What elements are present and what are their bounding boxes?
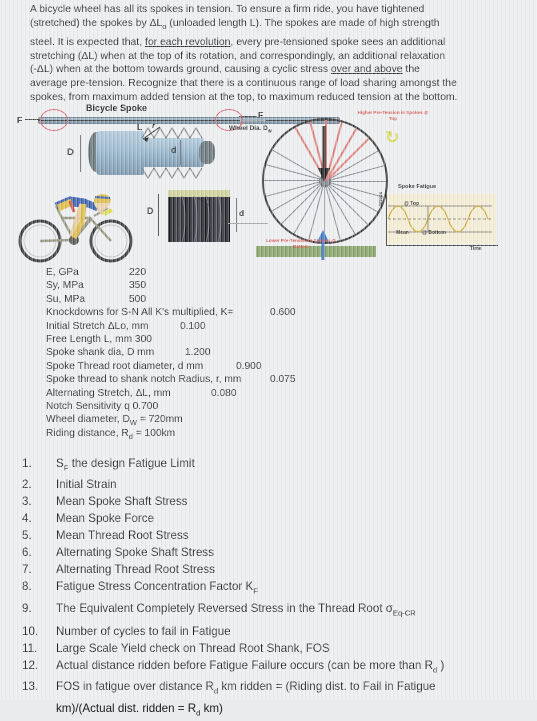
data-row: Spoke shank dia, D mm 1.200 [46, 347, 211, 359]
intro-line-2: (stretched) the spokes by ΔLo (unloaded … [30, 17, 440, 31]
fatigue-x-label: Time [470, 246, 482, 252]
question-item: 12. Actual distance ridden before Fatigue… [22, 658, 445, 675]
fatigue-chart-title: Spoke Fatigue [398, 184, 437, 190]
spoke-fatigue-chart: Spoke Fatigue Stress Time @ Top Mean @ B… [378, 184, 513, 252]
question-item: 6. Alternating Spoke Shaft Stress [22, 546, 214, 560]
question-item: 7. Alternating Thread Root Stress [22, 563, 215, 577]
question-item-13-continued: km)/(Actual dist. ridden = Rd km) [56, 701, 223, 717]
spoke-thread-photo [168, 190, 230, 242]
emphasis-over-and-above: over and above [330, 64, 403, 76]
question-item: 4. Mean Spoke Force [22, 512, 154, 526]
figure-panel: Bicycle Spoke F F L r D d D d Wheel Dia.… [0, 98, 537, 268]
fatigue-y-axis [386, 194, 387, 246]
data-row: Free Length L, mm 300 [46, 333, 152, 345]
photo-shank-label: D [147, 206, 154, 216]
top-tension-note: Higher Pre-Tension in Spokes @ Top [357, 110, 429, 121]
data-row: Spoke thread to shank notch Radius, r, m… [46, 374, 296, 386]
intro-line-3: steel. It is expected that, for each rev… [30, 37, 446, 49]
fatigue-label-bottom: @ Bottom [422, 230, 446, 236]
force-label-left: F [17, 115, 23, 125]
notch-radius-arrow [142, 126, 161, 142]
bicycle-wheel-diagram [262, 118, 388, 244]
question-item: 9. The Equivalent Completely Reversed Str… [22, 601, 416, 617]
data-row: Alternating Stretch, ΔL, mm 0.080 [46, 387, 237, 399]
data-row: Initial Stretch ΔLo, mm 0.100 [46, 320, 206, 332]
data-row: Su, MPa 500 [46, 293, 146, 305]
intro-line-4: stretching (ΔL) when at the top of its r… [30, 50, 446, 62]
shank-dim-line [80, 135, 82, 172]
figure-title: Bicycle Spoke [86, 103, 148, 113]
rotation-arrow-icon: ↻ [385, 128, 400, 147]
fatigue-label-mean: Mean [396, 230, 409, 236]
data-row: Spoke Thread root diameter, d mm 0.900 [46, 360, 262, 372]
problem-statement: A bicycle wheel has all its spokes in te… [30, 3, 510, 104]
question-item: 1. SF the design Fatigue Limit [22, 457, 195, 473]
question-item: 8. Fatigue Stress Concentration Factor KF [22, 580, 258, 596]
question-item-13: 13. FOS in fatigue over distance Rd km ri… [22, 680, 436, 696]
emphasis-each-revolution: for each revolution [144, 37, 231, 49]
force-arrow-left [25, 119, 41, 121]
data-row: Notch Sensitivity q 0.700 [46, 400, 159, 412]
intro-line-1: A bicycle wheel has all its spokes in te… [30, 4, 425, 15]
spoke-end-marker-left [40, 109, 68, 131]
spoke-shank-graphic [96, 131, 144, 175]
question-item: 3. Mean Spoke Shaft Stress [22, 495, 188, 509]
fatigue-waveform [387, 205, 492, 233]
wheel-spoke [325, 181, 386, 182]
question-item: 2. Initial Strain [22, 478, 117, 492]
photo-thread-ridges [181, 196, 222, 242]
question-item: 5. Mean Thread Root Stress [22, 529, 189, 543]
fatigue-label-top: @ Top [404, 201, 420, 207]
thread-dia-label: d [171, 145, 177, 155]
question-item: 10. Number of cycles to fail in Fatigue [22, 624, 231, 638]
data-row: Sy, MPa 350 [46, 280, 146, 292]
data-row: Knockdowns for S-N All K's multiplied, K… [46, 307, 296, 319]
thread-dim-line [180, 140, 182, 165]
data-row-wheel-diameter: Wheel diameter, DW = 720mm [46, 414, 183, 428]
fatigue-chart-plot [386, 194, 496, 244]
bottom-tension-note: Lower Pre-Tension in Spokes @ Bottom [266, 238, 336, 249]
question-list: 1. SF the design Fatigue Limit 2. Initial … [22, 455, 522, 721]
fatigue-y-label: Stress [378, 191, 383, 206]
cyclist-illustration [18, 194, 133, 263]
photo-thread-dim [236, 198, 238, 232]
photo-shank-dim [158, 194, 160, 236]
intro-line-5: (-ΔL) when at the bottom towards ground,… [30, 64, 420, 76]
intro-line-6: average pre-tension. Recognize that ther… [30, 78, 457, 90]
wheel-dia-tick [240, 122, 241, 127]
data-row-riding-distance: Riding distance, Rd = 100km [46, 427, 176, 441]
photo-thread-label: d [239, 208, 245, 218]
shank-dia-label: D [67, 147, 74, 158]
question-item: 11. Large Scale Yield check on Thread Roo… [22, 641, 330, 655]
data-row: E, GPa 220 [46, 267, 146, 278]
given-data-list: E, GPa 220 Sy, MPa 350 Su, MPa 500 Knockdow… [46, 266, 296, 441]
wheel-load-arrow-down [318, 126, 330, 182]
